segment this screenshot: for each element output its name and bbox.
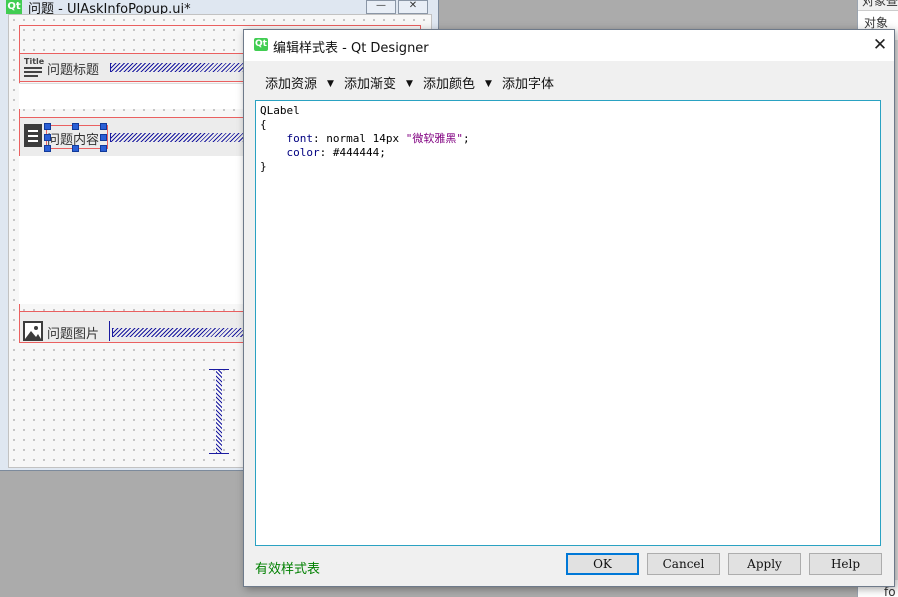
add-resource-label: 添加资源 [265,77,318,92]
close-icon[interactable]: ✕ [871,36,889,54]
selection-handle[interactable] [100,134,107,141]
selection-handle[interactable] [72,123,79,130]
dropdown-arrow-icon[interactable]: ▼ [327,79,334,89]
add-gradient-label: 添加渐变 [344,77,397,92]
cancel-button[interactable]: Cancel [647,553,720,575]
horizontal-spacer [110,63,251,72]
stylesheet-editor[interactable]: QLabel { font: normal 14px "微软雅黑"; color… [255,100,881,546]
code-line-font: font: normal 14px "微软雅黑"; [286,132,470,145]
add-color-label: 添加颜色 [423,77,476,92]
layout-divider [109,321,110,341]
selection-handle[interactable] [100,123,107,130]
selection-handle[interactable] [72,145,79,152]
code-line-color: color: #444444; [286,146,386,159]
qt-logo-icon: Qt [254,38,268,51]
svg-text:Title: Title [24,57,44,66]
image-icon [22,320,44,342]
close-button[interactable]: ✕ [398,0,428,14]
document-icon [23,123,45,149]
code-open-brace: { [260,118,267,131]
code-close-brace: } [260,160,267,173]
stylesheet-valid-status: 有效样式表 [255,562,321,577]
form-window-titlebar: Qt 问题 - UIAskInfoPopup.ui* — ✕ [0,0,438,17]
label-question-title: 问题标题 [47,63,100,78]
vertical-spacer-bottom [209,453,229,454]
panel-title: 对象查 [862,0,898,8]
horizontal-spacer [110,133,251,142]
ok-button[interactable]: OK [566,553,639,575]
add-font-button[interactable]: 添加字体 [502,73,554,93]
add-font-label: 添加字体 [502,77,555,92]
selection-handle[interactable] [100,145,107,152]
add-gradient-button[interactable]: 添加渐变 ▼ [344,73,413,93]
qt-logo-icon: Qt [6,0,22,14]
selection-handle[interactable] [44,145,51,152]
content-textedit-area [19,156,251,304]
apply-button[interactable]: Apply [728,553,801,575]
add-color-button[interactable]: 添加颜色 ▼ [423,73,492,93]
label-question-image: 问题图片 [47,327,100,342]
dropdown-arrow-icon[interactable]: ▼ [485,79,492,89]
dialog-titlebar: Qt 编辑样式表 - Qt Designer ✕ [244,30,894,61]
add-resource-button[interactable]: 添加资源 ▼ [265,73,334,93]
selection-handle[interactable] [44,123,51,130]
title-icon: Title [24,55,45,77]
vertical-spacer [216,370,222,453]
minimize-button[interactable]: — [366,0,396,14]
dropdown-arrow-icon[interactable]: ▼ [406,79,413,89]
selection-handle[interactable] [44,134,51,141]
title-input-area [19,83,251,109]
edit-stylesheet-dialog: Qt 编辑样式表 - Qt Designer ✕ 添加资源 ▼ 添加渐变 ▼ 添加颜… [243,29,895,587]
help-button[interactable]: Help [809,553,882,575]
horizontal-spacer [112,328,251,337]
dialog-title: 编辑样式表 - Qt Designer [273,41,429,56]
code-selector: QLabel [260,104,300,117]
